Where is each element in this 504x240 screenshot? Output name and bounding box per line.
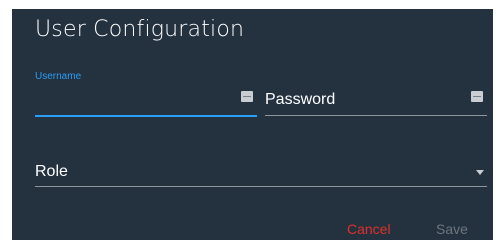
username-label: Username (35, 71, 82, 82)
keyboard-icon[interactable] (241, 91, 253, 102)
role-underline (35, 186, 487, 187)
user-configuration-dialog: User Configuration Username Password Rol… (12, 9, 493, 240)
dropdown-arrow-icon[interactable] (476, 170, 484, 175)
dialog-title: User Configuration (35, 17, 245, 42)
password-underline (265, 115, 487, 116)
password-field[interactable]: Password (265, 71, 487, 119)
keyboard-icon[interactable] (471, 91, 483, 102)
username-field[interactable]: Username (35, 71, 257, 119)
username-underline (35, 115, 257, 117)
role-select[interactable]: Role (35, 143, 487, 189)
password-label: Password (265, 91, 336, 108)
role-label: Role (35, 163, 68, 180)
cancel-button[interactable]: Cancel (347, 221, 391, 237)
save-button[interactable]: Save (436, 221, 468, 237)
